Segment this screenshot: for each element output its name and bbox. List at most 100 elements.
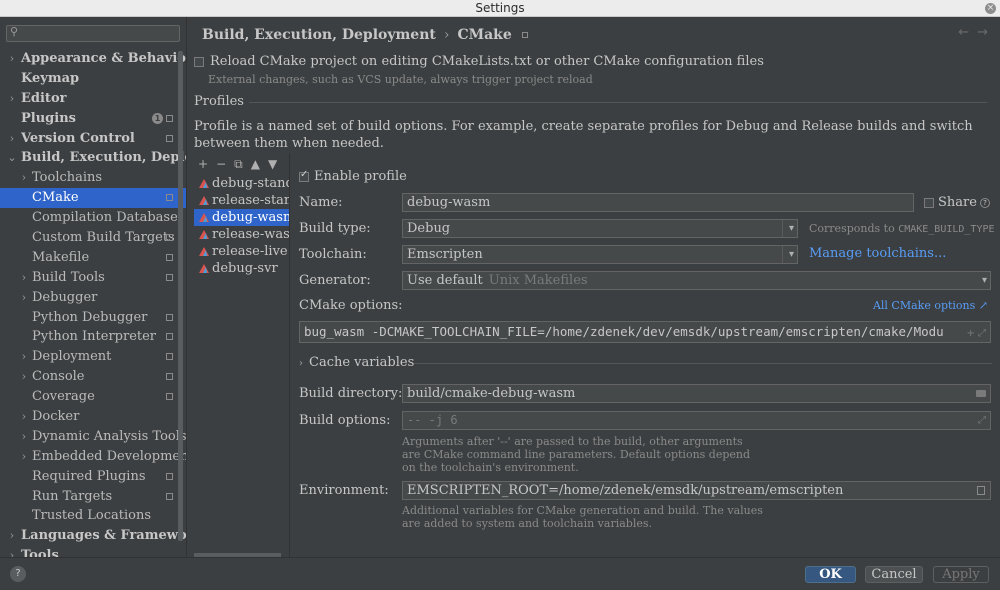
sidebar-item[interactable]: › Editor — [0, 89, 186, 109]
reload-cmake-option[interactable]: Reload CMake project on editing CMakeLis… — [194, 54, 764, 69]
sidebar-item[interactable]: CMake — [0, 188, 186, 209]
expand-icon[interactable]: ⤢ — [978, 412, 986, 429]
sidebar-item[interactable]: › Build Tools — [0, 268, 186, 288]
chevron-right-icon[interactable]: › — [19, 367, 29, 387]
profile-name: release-standalone — [212, 193, 289, 208]
chevron-right-icon[interactable]: › — [19, 447, 29, 467]
chevron-right-icon[interactable]: › — [19, 288, 29, 308]
generator-select[interactable]: Use default Unix Makefiles — [402, 271, 991, 290]
profile-name: debug-standalone — [212, 176, 289, 191]
cmake-options-field[interactable]: bug_wasm -DCMAKE_TOOLCHAIN_FILE=/home/zd… — [299, 321, 991, 343]
enable-profile-option[interactable]: Enable profile — [299, 169, 407, 184]
profile-list-item[interactable]: release-wasm — [194, 226, 289, 243]
sidebar-item[interactable]: › Toolchains — [0, 168, 186, 188]
ok-button[interactable]: OK — [805, 566, 856, 583]
chevron-right-icon[interactable]: › — [7, 546, 17, 557]
back-arrow-icon[interactable]: ← — [958, 25, 969, 40]
profile-list-item[interactable]: release-live — [194, 243, 289, 260]
sidebar-item[interactable]: Python Debugger — [0, 308, 186, 328]
settings-sidebar: ⚲ › Appearance & Behavior Keymap › Editor Plu… — [0, 17, 186, 557]
move-down-icon[interactable]: ▼ — [268, 157, 277, 171]
sidebar-item[interactable]: Keymap — [0, 69, 186, 89]
chevron-right-icon[interactable]: › — [19, 168, 29, 188]
sidebar-item[interactable]: Plugins 1 — [0, 109, 186, 129]
name-label: Name: — [299, 195, 343, 210]
build-directory-field[interactable]: build/cmake-debug-wasm — [402, 384, 991, 403]
sidebar-item[interactable]: › Dynamic Analysis Tools — [0, 427, 186, 447]
profile-list-item[interactable]: debug-standalone — [194, 175, 289, 192]
sidebar-item[interactable]: › Version Control — [0, 129, 186, 149]
sidebar-item[interactable]: › Debugger — [0, 288, 186, 308]
profile-name: debug-svr — [212, 261, 278, 276]
cache-variables-toggle[interactable]: › Cache variables — [299, 355, 414, 370]
corresponds-code: CMAKE_BUILD_TYPE — [898, 224, 995, 235]
chevron-right-icon[interactable]: › — [7, 89, 17, 109]
name-field[interactable]: debug-wasm — [402, 193, 914, 212]
remove-icon[interactable]: − — [216, 157, 226, 171]
project-scope-icon — [166, 393, 173, 401]
chevron-right-icon[interactable]: › — [7, 129, 17, 149]
sidebar-item[interactable]: Custom Build Targets — [0, 228, 186, 248]
reload-checkbox[interactable] — [194, 56, 204, 67]
environment-value: EMSCRIPTEN_ROOT=/home/zdenek/emsdk/upstr… — [407, 483, 844, 498]
profile-list-item[interactable]: debug-wasm — [194, 209, 289, 226]
toolchain-select[interactable]: Emscripten — [402, 245, 798, 264]
forward-arrow-icon[interactable]: → — [977, 25, 988, 40]
share-label: Share — [938, 195, 977, 210]
sidebar-item[interactable]: ⌄Build, Execution, Deployment — [0, 148, 186, 168]
chevron-right-icon[interactable]: › — [19, 347, 29, 367]
copy-icon[interactable]: ⧉ — [234, 157, 243, 171]
chevron-down-icon[interactable]: ⌄ — [7, 148, 17, 168]
sidebar-item[interactable]: Python Interpreter — [0, 327, 186, 347]
build-type-select[interactable]: Debug — [402, 219, 798, 238]
sidebar-item[interactable]: Run Targets — [0, 487, 186, 507]
chevron-right-icon[interactable]: › — [19, 427, 29, 447]
project-scope-icon — [166, 492, 173, 500]
sidebar-item[interactable]: › Deployment — [0, 347, 186, 367]
chevron-right-icon[interactable]: › — [7, 526, 17, 546]
sidebar-item[interactable]: › Appearance & Behavior — [0, 49, 186, 69]
sidebar-item[interactable]: Coverage — [0, 387, 186, 407]
sidebar-item[interactable]: › Docker — [0, 407, 186, 427]
chevron-right-icon[interactable]: › — [19, 407, 29, 427]
cache-variables-label: Cache variables — [309, 355, 415, 370]
share-option[interactable]: Share? — [924, 195, 990, 210]
chevron-right-icon[interactable]: › — [7, 49, 17, 69]
sidebar-item-label: Makefile — [32, 249, 90, 265]
toolchain-label: Toolchain: — [299, 247, 367, 262]
search-icon: ⚲ — [10, 25, 19, 38]
search-input[interactable]: ⚲ — [6, 25, 180, 42]
profile-list-item[interactable]: release-standalone — [194, 192, 289, 209]
sidebar-scrollbar[interactable] — [178, 51, 183, 541]
nav-arrows: ← → — [950, 25, 988, 40]
close-icon[interactable]: × — [985, 3, 996, 14]
build-options-field[interactable]: -- -j 6 ⤢ — [402, 411, 991, 430]
help-icon[interactable]: ? — [979, 197, 990, 208]
folder-icon[interactable] — [976, 390, 986, 397]
environment-label: Environment: — [299, 483, 389, 498]
project-scope-icon — [521, 32, 528, 38]
sidebar-item[interactable]: › Tools — [0, 546, 186, 557]
profile-list-item[interactable]: debug-svr — [194, 260, 289, 277]
chevron-right-icon[interactable]: › — [19, 268, 29, 288]
edit-list-icon[interactable] — [977, 486, 985, 495]
sidebar-item[interactable]: Required Plugins — [0, 467, 186, 487]
sidebar-item[interactable]: › Console — [0, 367, 186, 387]
manage-toolchains-link[interactable]: Manage toolchains... — [809, 246, 946, 261]
sidebar-item[interactable]: Makefile — [0, 248, 186, 268]
project-scope-icon — [166, 373, 173, 381]
sidebar-item[interactable]: › Embedded Development — [0, 447, 186, 467]
environment-field[interactable]: EMSCRIPTEN_ROOT=/home/zdenek/emsdk/upstr… — [402, 481, 991, 500]
enable-profile-checkbox[interactable] — [299, 169, 309, 182]
sidebar-item[interactable]: Compilation Database — [0, 208, 186, 228]
help-button[interactable]: ? — [10, 566, 26, 582]
expand-icon[interactable]: + ⤢ — [966, 324, 986, 342]
add-icon[interactable]: + — [198, 157, 208, 171]
cancel-button[interactable]: Cancel — [865, 566, 923, 583]
apply-button[interactable]: Apply — [933, 566, 989, 583]
sidebar-item[interactable]: Trusted Locations — [0, 506, 186, 526]
move-up-icon[interactable]: ▲ — [251, 157, 260, 171]
all-cmake-options-link[interactable]: All CMake options ↗ — [873, 299, 988, 312]
share-checkbox[interactable] — [924, 197, 934, 208]
sidebar-item[interactable]: ›Languages & Frameworks — [0, 526, 186, 546]
